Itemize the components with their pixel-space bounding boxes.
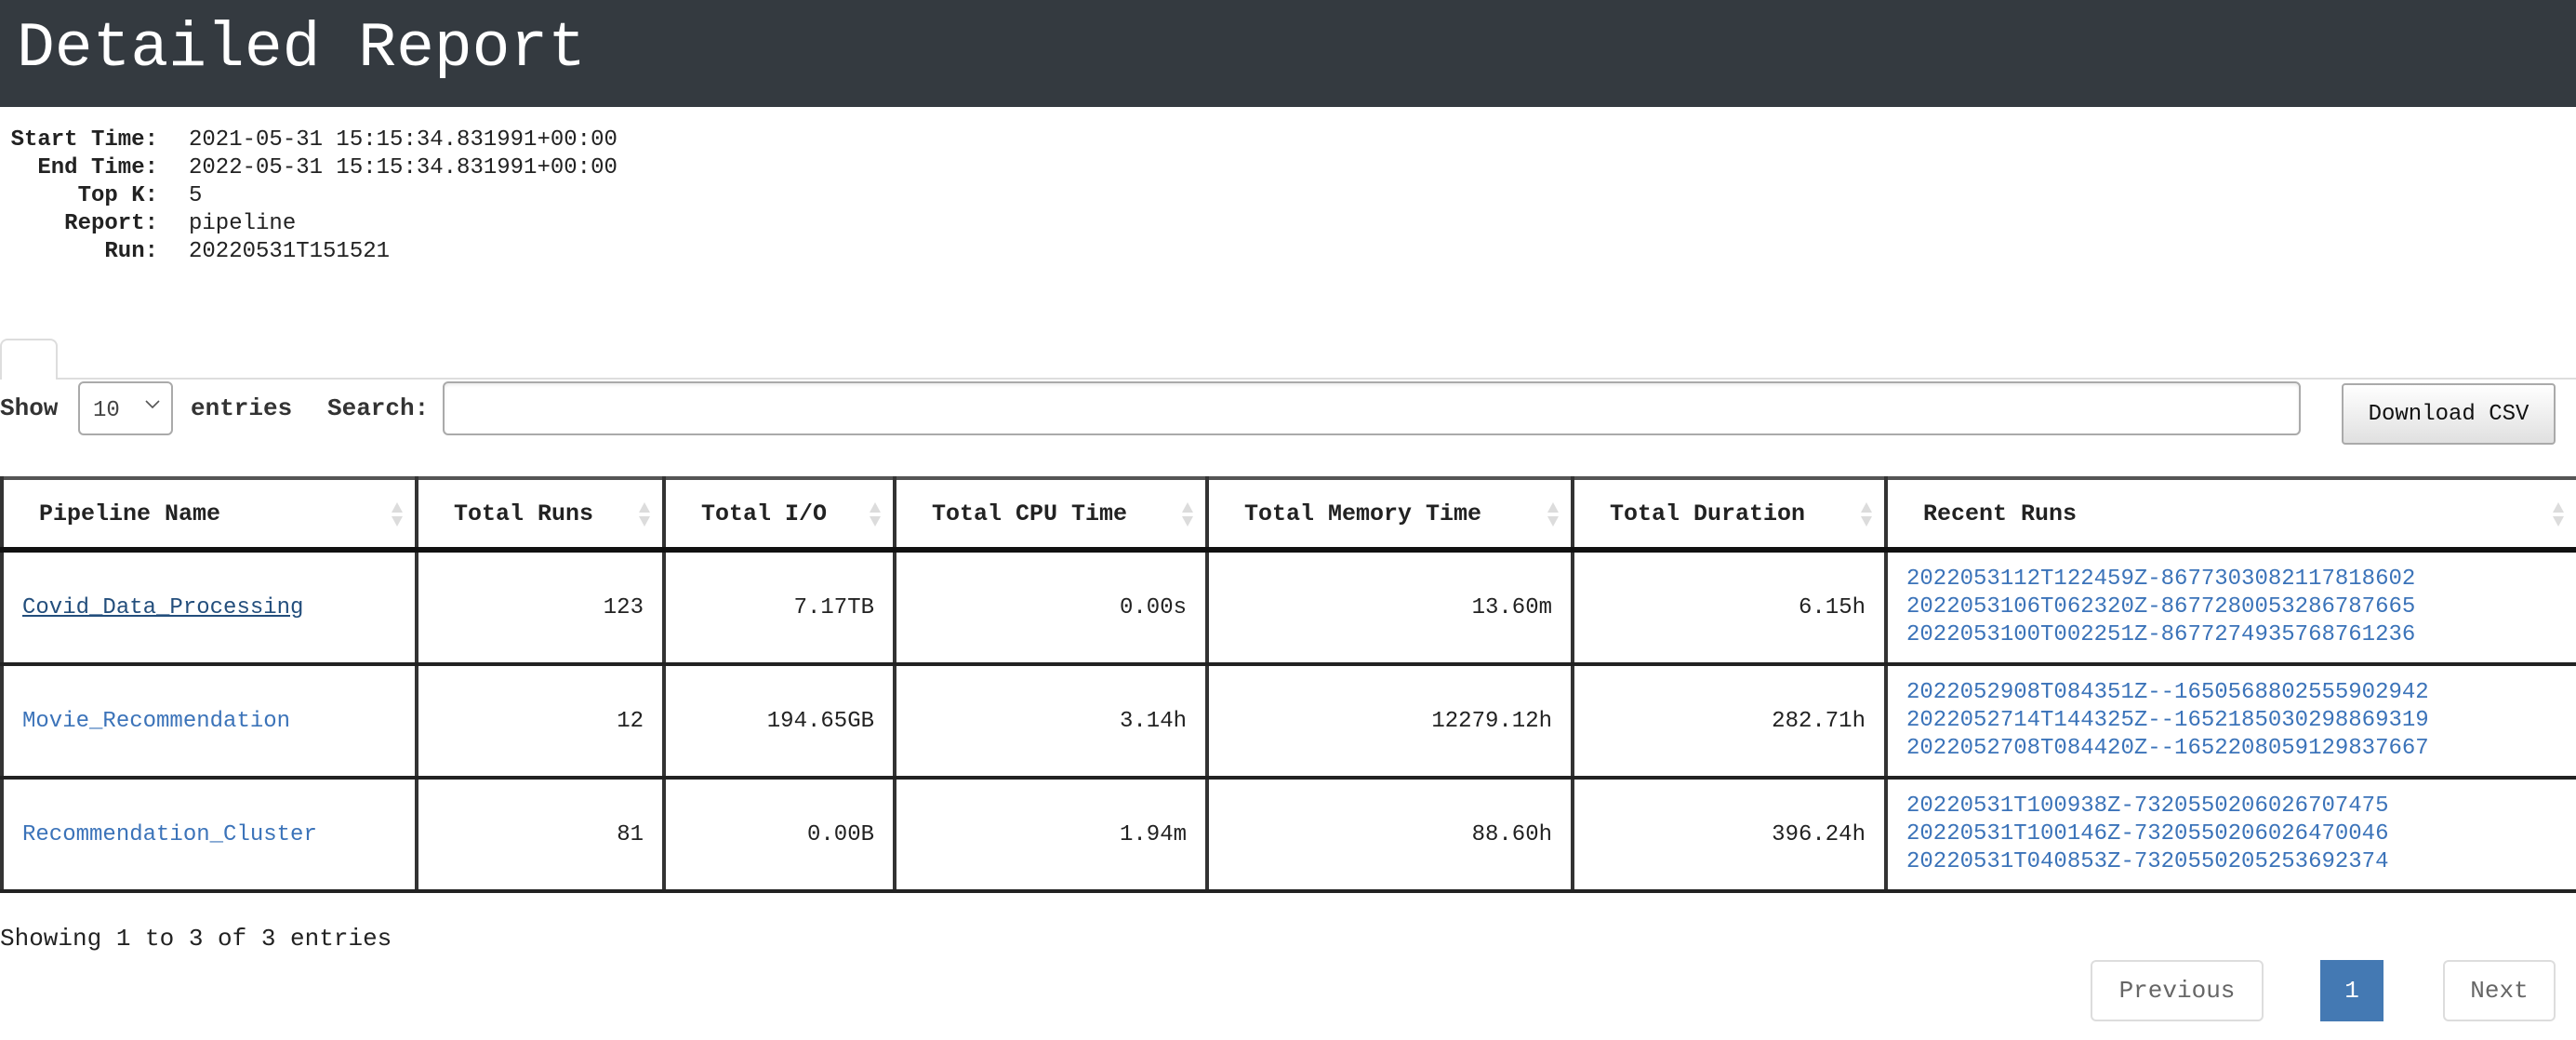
total-io-cell: 194.65GB	[662, 664, 896, 780]
duration-cell: 282.71h	[1571, 664, 1888, 780]
recent-run-link[interactable]: 20220531T040853Z-7320550205253692374	[1906, 848, 2557, 876]
cpu-time-cell: 1.94m	[893, 778, 1209, 893]
column-header-total-duration[interactable]: Total Duration	[1571, 478, 1888, 553]
sort-icon	[392, 502, 403, 527]
meta-top-k: Top K: 5	[0, 182, 617, 210]
total-runs-cell: 123	[415, 550, 666, 666]
sort-icon	[639, 502, 650, 527]
column-header-label: Total I/O	[701, 500, 828, 527]
meta-value: pipeline	[189, 211, 297, 236]
recent-run-link[interactable]: 2022053112T122459Z-8677303082117818602	[1906, 566, 2557, 593]
meta-label: Run:	[104, 239, 158, 264]
pipeline-name-cell: Recommendation_Cluster	[0, 778, 418, 893]
cpu-time-cell: 3.14h	[893, 664, 1209, 780]
pipeline-name-cell: Covid_Data_Processing	[0, 550, 418, 666]
sort-icon	[1182, 502, 1193, 527]
recent-run-link[interactable]: 20220531T100938Z-7320550206026707475	[1906, 793, 2557, 820]
table-info: Showing 1 to 3 of 3 entries	[0, 925, 392, 953]
total-io-cell: 7.17TB	[662, 550, 896, 666]
chevron-down-icon	[145, 400, 160, 409]
column-header-label: Total Memory Time	[1244, 500, 1482, 527]
total-runs-cell: 81	[415, 778, 666, 893]
memory-time-cell: 12279.12h	[1205, 664, 1574, 780]
meta-end-time: End Time: 2022-05-31 15:15:34.831991+00:…	[0, 154, 617, 182]
recent-run-link[interactable]: 2022052708T084420Z--1652208059129837667	[1906, 735, 2557, 763]
sort-icon	[1547, 502, 1559, 527]
recent-run-link[interactable]: 2022052908T084351Z--1650568802555902942	[1906, 679, 2557, 707]
table-controls: Show 10 entries Search: Download CSV	[0, 381, 2576, 445]
sort-icon	[2553, 502, 2564, 527]
search-input[interactable]	[443, 381, 2301, 435]
pipeline-link[interactable]: Covid_Data_Processing	[22, 595, 303, 620]
table-row: Recommendation_Cluster 81 0.00B 1.94m 88…	[0, 778, 2576, 893]
report-meta: Start Time: 2021-05-31 15:15:34.831991+0…	[0, 127, 617, 266]
column-header-total-cpu-time[interactable]: Total CPU Time	[893, 478, 1209, 553]
recent-runs-cell: 2022053112T122459Z-8677303082117818602 2…	[1884, 550, 2576, 666]
total-io-cell: 0.00B	[662, 778, 896, 893]
column-header-label: Total CPU Time	[932, 500, 1128, 527]
pipeline-link[interactable]: Recommendation_Cluster	[22, 822, 317, 847]
title-bar: Detailed Report	[0, 0, 2576, 107]
column-header-recent-runs[interactable]: Recent Runs	[1884, 478, 2576, 553]
column-header-label: Pipeline Name	[39, 500, 221, 527]
duration-cell: 396.24h	[1571, 778, 1888, 893]
pipeline-name-cell: Movie_Recommendation	[0, 664, 418, 780]
show-label: Show	[0, 394, 59, 422]
meta-start-time: Start Time: 2021-05-31 15:15:34.831991+0…	[0, 127, 617, 154]
memory-time-cell: 88.60h	[1205, 778, 1574, 893]
column-header-total-runs[interactable]: Total Runs	[415, 478, 666, 553]
next-page-button[interactable]: Next	[2443, 960, 2556, 1021]
sort-icon	[1861, 502, 1872, 527]
tab-divider	[58, 378, 2576, 380]
download-csv-button[interactable]: Download CSV	[2342, 383, 2556, 445]
column-header-label: Recent Runs	[1923, 500, 2078, 527]
meta-value: 5	[189, 183, 203, 208]
column-header-pipeline-name[interactable]: Pipeline Name	[0, 478, 418, 553]
column-header-label: Total Runs	[454, 500, 594, 527]
duration-cell: 6.15h	[1571, 550, 1888, 666]
page-size-select[interactable]: 10	[78, 381, 173, 435]
column-header-total-memory-time[interactable]: Total Memory Time	[1205, 478, 1574, 553]
meta-run: Run: 20220531T151521	[0, 238, 617, 266]
page-size-value: 10	[93, 398, 120, 423]
entries-label: entries	[191, 394, 293, 422]
column-header-total-io[interactable]: Total I/O	[662, 478, 896, 553]
meta-value: 2021-05-31 15:15:34.831991+00:00	[189, 127, 617, 153]
recent-run-link[interactable]: 2022052714T144325Z--1652185030298869319	[1906, 707, 2557, 735]
page-title: Detailed Report	[17, 13, 587, 85]
tab-blank[interactable]	[0, 339, 58, 380]
pipeline-table: Pipeline Name Total Runs Total I/O Total…	[0, 476, 2576, 893]
meta-value: 20220531T151521	[189, 239, 391, 264]
table-row: Covid_Data_Processing 123 7.17TB 0.00s 1…	[0, 550, 2576, 666]
meta-value: 2022-05-31 15:15:34.831991+00:00	[189, 155, 617, 180]
recent-runs-cell: 20220531T100938Z-7320550206026707475 202…	[1884, 778, 2576, 893]
table-row: Movie_Recommendation 12 194.65GB 3.14h 1…	[0, 664, 2576, 780]
sort-icon	[870, 502, 881, 527]
pipeline-link[interactable]: Movie_Recommendation	[22, 709, 290, 734]
total-runs-cell: 12	[415, 664, 666, 780]
meta-report: Report: pipeline	[0, 210, 617, 238]
previous-page-button[interactable]: Previous	[2091, 960, 2264, 1021]
table-header-row: Pipeline Name Total Runs Total I/O Total…	[0, 478, 2576, 553]
memory-time-cell: 13.60m	[1205, 550, 1574, 666]
recent-run-link[interactable]: 2022053100T002251Z-8677274935768761236	[1906, 621, 2557, 649]
column-header-label: Total Duration	[1610, 500, 1806, 527]
recent-run-link[interactable]: 20220531T100146Z-7320550206026470046	[1906, 820, 2557, 848]
search-label: Search:	[327, 394, 430, 422]
meta-label: End Time:	[37, 155, 158, 180]
recent-run-link[interactable]: 2022053106T062320Z-8677280053286787665	[1906, 593, 2557, 621]
meta-label: Top K:	[77, 183, 158, 208]
page-1-button[interactable]: 1	[2320, 960, 2383, 1021]
meta-label: Start Time:	[10, 127, 158, 153]
recent-runs-cell: 2022052908T084351Z--1650568802555902942 …	[1884, 664, 2576, 780]
meta-label: Report:	[64, 211, 158, 236]
cpu-time-cell: 0.00s	[893, 550, 1209, 666]
